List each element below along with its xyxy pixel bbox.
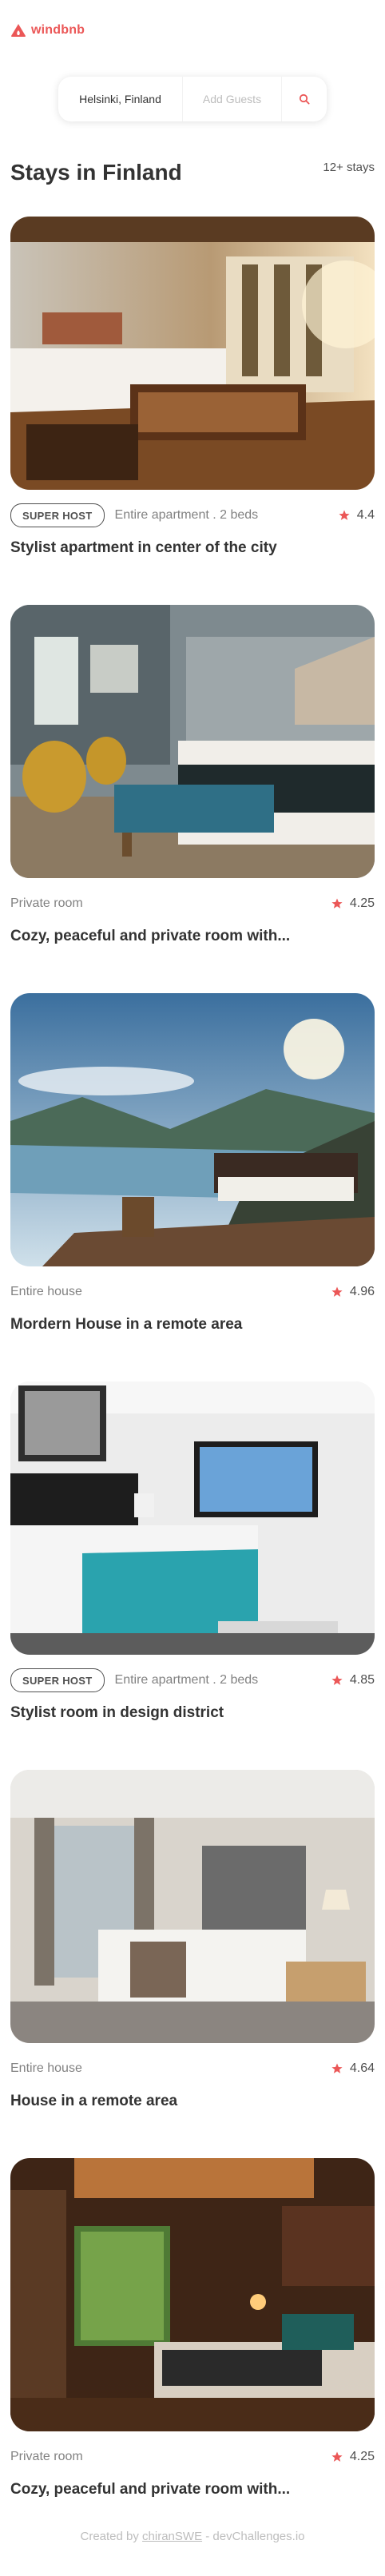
rating-value: 4.25 bbox=[349, 2450, 375, 2463]
star-icon bbox=[331, 1675, 343, 1685]
guests-field[interactable]: Add Guests bbox=[183, 77, 282, 121]
rating-value: 4.64 bbox=[349, 2061, 375, 2075]
stay-image[interactable] bbox=[10, 993, 375, 1266]
stay-meta: Private room 4.25 bbox=[10, 2444, 375, 2470]
stay-rating: 4.4 bbox=[338, 503, 375, 528]
stay-title[interactable]: Cozy, peaceful and private room with... bbox=[10, 928, 375, 945]
stay-meta: SUPER HOST Entire apartment . 2 beds 4.8… bbox=[10, 1668, 375, 1693]
stay-title[interactable]: Stylist apartment in center of the city bbox=[10, 539, 375, 557]
search-icon bbox=[299, 93, 310, 105]
brand-name[interactable]: windbnb bbox=[31, 23, 85, 38]
stay-image[interactable] bbox=[10, 217, 375, 490]
stay-card[interactable]: Entire house 4.64 House in a remote area bbox=[10, 1770, 375, 2110]
star-icon bbox=[331, 2451, 343, 2462]
stay-type: Entire house bbox=[10, 2061, 82, 2075]
stay-type: Private room bbox=[10, 896, 83, 910]
stay-image[interactable] bbox=[10, 605, 375, 878]
stay-image[interactable] bbox=[10, 2158, 375, 2431]
stay-type: Entire house bbox=[10, 1285, 82, 1298]
superhost-badge: SUPER HOST bbox=[10, 1668, 105, 1692]
app-header: windbnb bbox=[10, 21, 85, 40]
stay-title[interactable]: Stylist room in design district bbox=[10, 1704, 375, 1722]
search-bar: Helsinki, Finland Add Guests bbox=[58, 77, 327, 121]
stay-meta: Entire house 4.96 bbox=[10, 1279, 375, 1305]
star-icon bbox=[339, 510, 350, 520]
stay-type: Entire apartment . 2 beds bbox=[114, 1673, 259, 1687]
rating-value: 4.25 bbox=[349, 896, 375, 910]
stay-rating: 4.96 bbox=[331, 1279, 375, 1305]
stay-card[interactable]: Private room 4.25 Cozy, peaceful and pri… bbox=[10, 605, 375, 945]
stay-card[interactable]: Private room 4.25 Cozy, peaceful and pri… bbox=[10, 2158, 375, 2498]
stay-rating: 4.64 bbox=[331, 2056, 375, 2081]
stay-title[interactable]: Mordern House in a remote area bbox=[10, 1316, 375, 1334]
rating-value: 4.96 bbox=[349, 1285, 375, 1298]
star-icon bbox=[331, 2063, 343, 2073]
stay-meta: SUPER HOST Entire apartment . 2 beds 4.4 bbox=[10, 503, 375, 528]
rating-value: 4.85 bbox=[349, 1673, 375, 1687]
stay-image[interactable] bbox=[10, 1381, 375, 1655]
stay-meta: Entire house 4.64 bbox=[10, 2056, 375, 2081]
stay-type: Private room bbox=[10, 2450, 83, 2463]
stay-title[interactable]: Cozy, peaceful and private room with... bbox=[10, 2481, 375, 2498]
stay-rating: 4.25 bbox=[331, 2444, 375, 2470]
stay-card[interactable]: SUPER HOST Entire apartment . 2 beds 4.8… bbox=[10, 1381, 375, 1722]
footer-suffix: - devChallenges.io bbox=[205, 2530, 305, 2543]
footer-prefix: Created by bbox=[80, 2530, 139, 2543]
stay-type: Entire apartment . 2 beds bbox=[114, 508, 259, 522]
stay-rating: 4.25 bbox=[331, 891, 375, 916]
stay-card[interactable]: Entire house 4.96 Mordern House in a rem… bbox=[10, 993, 375, 1334]
rating-value: 4.4 bbox=[356, 508, 375, 522]
superhost-badge: SUPER HOST bbox=[10, 503, 105, 527]
page-title: Stays in Finland bbox=[10, 160, 182, 185]
stay-meta: Private room 4.25 bbox=[10, 891, 375, 916]
stay-title[interactable]: House in a remote area bbox=[10, 2093, 375, 2110]
star-icon bbox=[331, 898, 343, 908]
stay-image[interactable] bbox=[10, 1770, 375, 2043]
footer: Created by chiranSWE - devChallenges.io bbox=[0, 2530, 385, 2543]
stays-count: 12+ stays bbox=[323, 161, 375, 174]
stay-card[interactable]: SUPER HOST Entire apartment . 2 beds 4.4… bbox=[10, 217, 375, 557]
star-icon bbox=[331, 1286, 343, 1297]
stay-rating: 4.85 bbox=[331, 1668, 375, 1693]
search-button[interactable] bbox=[282, 77, 327, 121]
logo-icon[interactable] bbox=[10, 23, 26, 38]
author-link[interactable]: chiranSWE bbox=[142, 2530, 202, 2543]
location-field[interactable]: Helsinki, Finland bbox=[58, 77, 183, 121]
